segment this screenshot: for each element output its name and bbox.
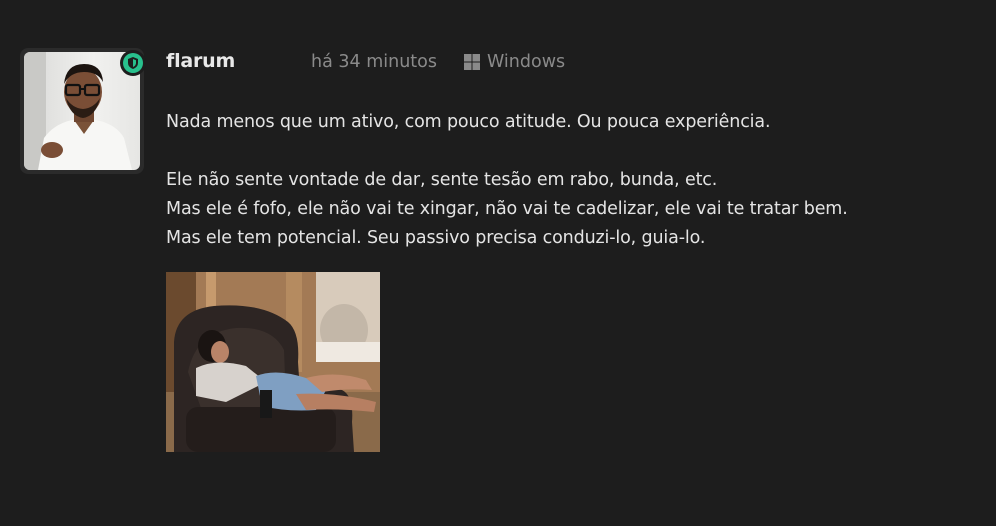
post-time[interactable]: há 34 minutos — [311, 52, 437, 72]
username[interactable]: flarum — [166, 50, 235, 72]
post-os: Windows — [463, 52, 565, 72]
post-paragraph: Ele não sente vontade de dar, sente tesã… — [166, 166, 848, 253]
shield-icon — [128, 57, 138, 69]
post-line: Ele não sente vontade de dar, sente tesã… — [166, 170, 718, 190]
post-line: Mas ele é fofo, ele não vai te xingar, n… — [166, 199, 848, 219]
os-label: Windows — [487, 52, 566, 72]
post-line: Mas ele tem potencial. Seu passivo preci… — [166, 228, 706, 248]
post: flarum há 34 minutos Windows Nada menos … — [0, 0, 996, 526]
windows-icon — [464, 54, 480, 70]
user-badge[interactable] — [120, 50, 146, 76]
post-line: Nada menos que um ativo, com pouco atitu… — [166, 112, 771, 132]
badge-circle — [123, 53, 143, 73]
post-gif[interactable] — [166, 272, 380, 452]
gif-image — [166, 272, 380, 452]
post-paragraph: Nada menos que um ativo, com pouco atitu… — [166, 108, 771, 137]
